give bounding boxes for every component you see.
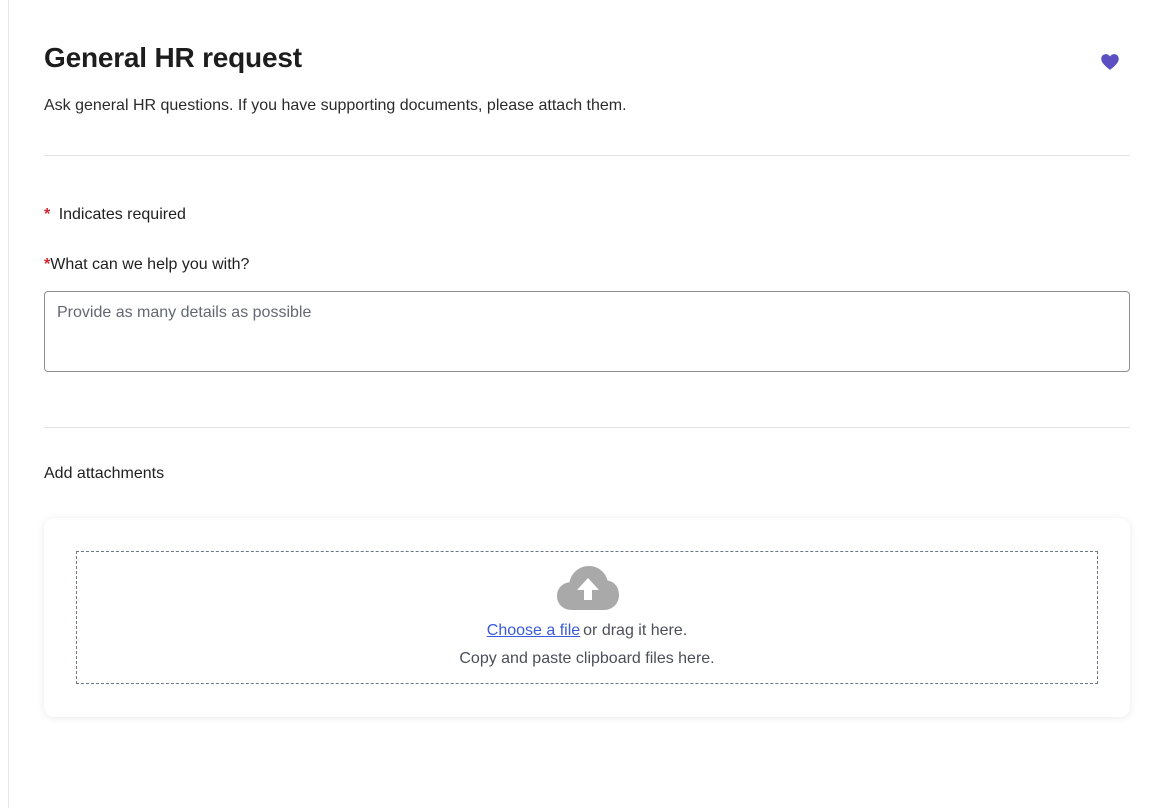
attachments-label: Add attachments <box>44 465 165 482</box>
left-border <box>8 0 9 808</box>
paste-instructions: Copy and paste clipboard files here. <box>459 650 715 667</box>
choose-file-link[interactable]: Choose a file <box>487 622 580 639</box>
request-form-page: General HR request Ask general HR questi… <box>44 0 1130 808</box>
question-textarea[interactable] <box>44 291 1130 372</box>
file-dropzone[interactable]: Choose a file or drag it here. Copy and p… <box>76 551 1098 684</box>
section-divider <box>44 427 1130 428</box>
required-asterisk: * <box>44 206 51 223</box>
question-label-text: What can we help you with? <box>50 256 250 273</box>
header-divider <box>44 155 1130 156</box>
heart-icon[interactable] <box>1100 52 1120 72</box>
drag-text: or drag it here. <box>583 622 688 639</box>
dropzone-instructions: Choose a file or drag it here. <box>77 622 1097 640</box>
page-description: Ask general HR questions. If you have su… <box>44 97 627 114</box>
question-label: *What can we help you with? <box>44 256 249 274</box>
page-title: General HR request <box>44 42 302 73</box>
required-note: * Indicates required <box>44 206 186 224</box>
cloud-upload-icon <box>555 564 621 612</box>
attachments-card: Choose a file or drag it here. Copy and p… <box>44 518 1130 717</box>
required-note-text: Indicates required <box>58 206 186 223</box>
